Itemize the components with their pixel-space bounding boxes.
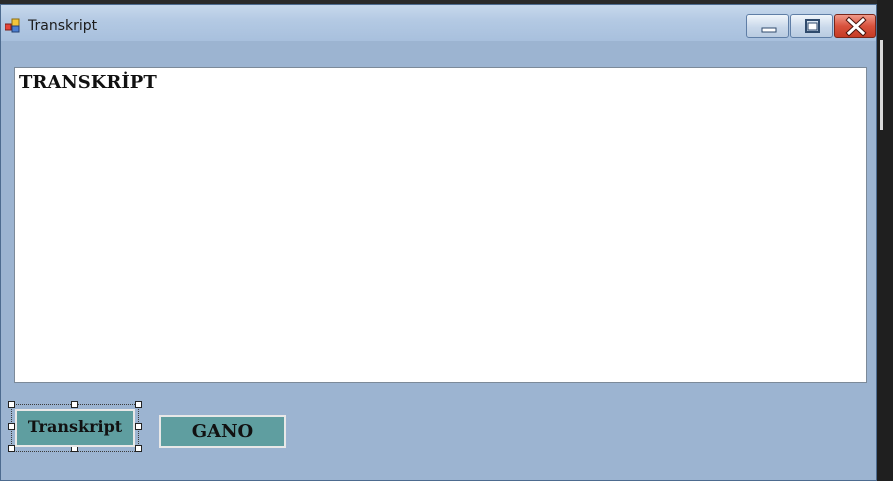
resize-handle[interactable] [135, 423, 142, 430]
minimize-icon [761, 27, 777, 33]
resize-handle[interactable] [135, 445, 142, 452]
window-title: Transkript [28, 18, 98, 34]
title-bar[interactable]: Transkript [1, 5, 876, 41]
background-strip [877, 0, 893, 481]
transcript-textbox[interactable]: TRANSKRİPT [14, 67, 867, 383]
resize-handle[interactable] [8, 445, 15, 452]
transcript-text: TRANSKRİPT [19, 72, 157, 93]
resize-handle[interactable] [8, 423, 15, 430]
close-button[interactable] [834, 14, 876, 38]
maximize-button[interactable] [790, 14, 833, 38]
app-window: Transkript TRANSKRİPT Transkript GANO [0, 4, 877, 481]
resize-handle[interactable] [8, 401, 15, 408]
resize-handle[interactable] [71, 401, 78, 408]
windows-form-icon [4, 18, 21, 34]
minimize-button[interactable] [746, 14, 789, 38]
transkript-button[interactable]: Transkript [15, 409, 135, 447]
resize-handle[interactable] [135, 401, 142, 408]
gano-button[interactable]: GANO [159, 415, 286, 448]
maximize-icon [805, 19, 820, 33]
close-icon [845, 16, 867, 37]
